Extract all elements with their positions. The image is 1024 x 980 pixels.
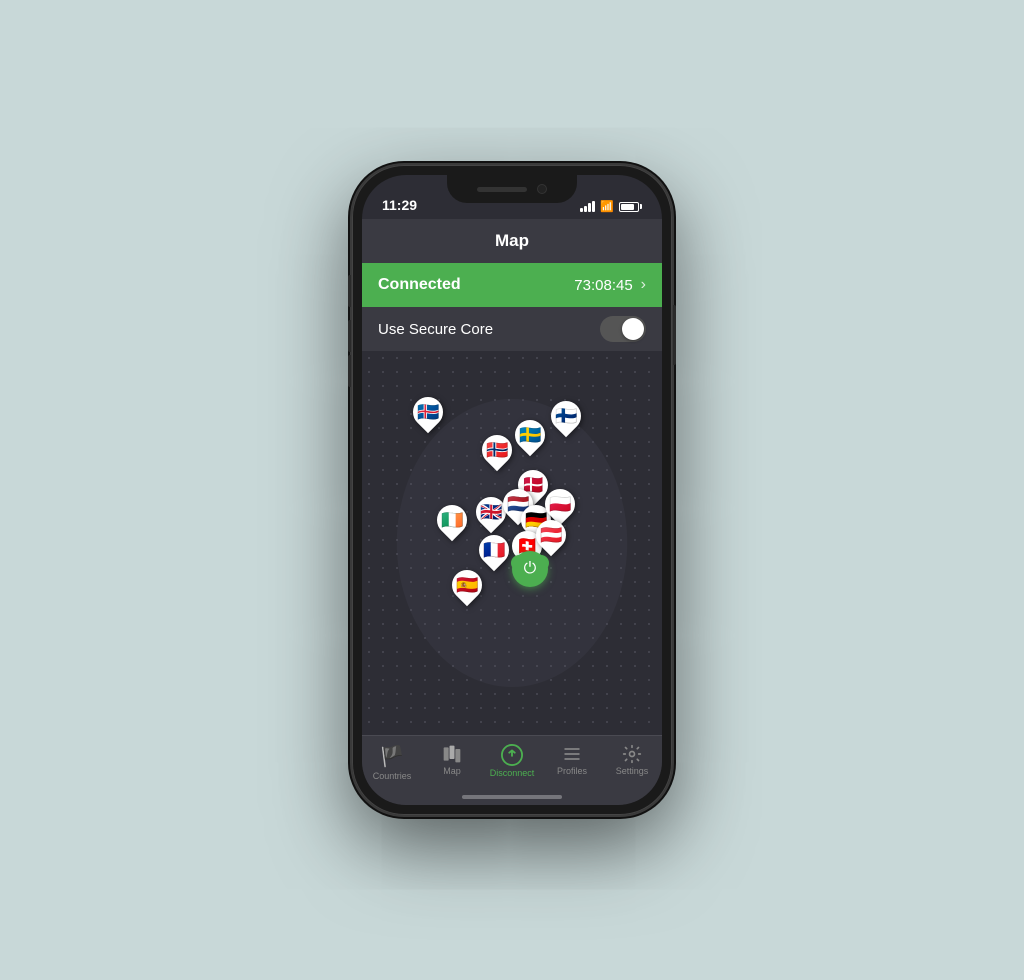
flag-emoji-spain: 🇪🇸 [456, 576, 478, 594]
italy-power-group[interactable]: ⏻ Italy [511, 551, 549, 571]
map-pin-sweden[interactable]: 🇸🇪 [515, 420, 545, 456]
tab-disconnect[interactable]: Disconnect [485, 744, 540, 778]
map-pin-iceland[interactable]: 🇮🇸 [413, 397, 443, 433]
secure-core-row: Use Secure Core [362, 307, 662, 351]
bar3 [588, 203, 591, 212]
map-pin-finland[interactable]: 🇫🇮 [551, 401, 581, 437]
countries-icon: 🏴 [380, 744, 405, 769]
flag-emoji-austria: 🇦🇹 [540, 526, 562, 544]
flag-emoji-uk: 🇬🇧 [480, 503, 502, 521]
flag-circle-spain: 🇪🇸 [446, 564, 488, 606]
status-icons: 📶 [580, 200, 642, 213]
tab-countries[interactable]: 🏴 Countries [365, 744, 420, 781]
connected-right: 73:08:45 › [574, 276, 646, 294]
battery-fill [621, 204, 634, 210]
power-button[interactable]: ⏻ [512, 551, 548, 587]
home-indicator [462, 795, 562, 799]
power-icon: ⏻ [524, 560, 537, 578]
toggle-knob [622, 318, 644, 340]
battery-icon [619, 202, 642, 212]
settings-label: Settings [616, 766, 649, 776]
status-time: 11:29 [382, 197, 417, 213]
wifi-icon: 📶 [600, 200, 614, 213]
map-pin-uk[interactable]: 🇬🇧 [476, 497, 506, 533]
tab-map[interactable]: Map [425, 744, 480, 776]
page-title: Map [495, 231, 529, 251]
secure-core-toggle[interactable] [600, 316, 646, 342]
flag-circle-finland: 🇫🇮 [545, 395, 587, 437]
flag-circle-norway: 🇳🇴 [476, 429, 518, 471]
battery-tip [640, 204, 642, 209]
profiles-label: Profiles [557, 766, 587, 776]
flag-emoji-ireland: 🇮🇪 [441, 511, 463, 529]
tab-profiles[interactable]: Profiles [545, 744, 600, 776]
flag-circle-sweden: 🇸🇪 [509, 414, 551, 456]
flag-emoji-sweden: 🇸🇪 [519, 426, 541, 444]
battery-body [619, 202, 639, 212]
signal-bars [580, 201, 595, 212]
flag-circle-iceland: 🇮🇸 [407, 391, 449, 433]
bar1 [580, 208, 583, 212]
chevron-right-icon: › [641, 276, 646, 294]
bar4 [592, 201, 595, 212]
disconnect-label: Disconnect [490, 768, 535, 778]
phone-screen: 11:29 📶 Map [362, 175, 662, 805]
flag-circle-france: 🇫🇷 [473, 529, 515, 571]
flag-emoji-finland: 🇫🇮 [555, 407, 577, 425]
flag-emoji-norway: 🇳🇴 [486, 441, 508, 459]
bar2 [584, 206, 587, 212]
flag-emoji-iceland: 🇮🇸 [417, 403, 439, 421]
connected-banner[interactable]: Connected 73:08:45 › [362, 263, 662, 307]
map-pin-spain[interactable]: 🇪🇸 [452, 570, 482, 606]
phone-device: 11:29 📶 Map [352, 165, 672, 815]
secure-core-label: Use Secure Core [378, 321, 493, 338]
map-label: Map [443, 766, 461, 776]
tab-settings[interactable]: Settings [605, 744, 660, 776]
camera [537, 184, 547, 194]
flag-circle-ireland: 🇮🇪 [431, 498, 473, 540]
connected-label: Connected [378, 276, 461, 294]
map-area: 🇮🇸 🇳🇴 🇸🇪 🇫🇮 [362, 351, 662, 735]
map-pin-norway[interactable]: 🇳🇴 [482, 435, 512, 471]
speaker [477, 187, 527, 192]
profiles-icon [562, 744, 582, 764]
disconnect-icon [501, 744, 523, 766]
app-header: Map [362, 219, 662, 263]
notch [447, 175, 577, 203]
map-pin-france[interactable]: 🇫🇷 [479, 535, 509, 571]
countries-label: Countries [373, 771, 412, 781]
map-pin-ireland[interactable]: 🇮🇪 [437, 505, 467, 541]
map-icon [442, 744, 462, 764]
connection-timer: 73:08:45 [574, 277, 632, 294]
settings-icon [622, 744, 642, 764]
flag-emoji-poland: 🇵🇱 [549, 495, 571, 513]
flag-emoji-france: 🇫🇷 [483, 541, 505, 559]
